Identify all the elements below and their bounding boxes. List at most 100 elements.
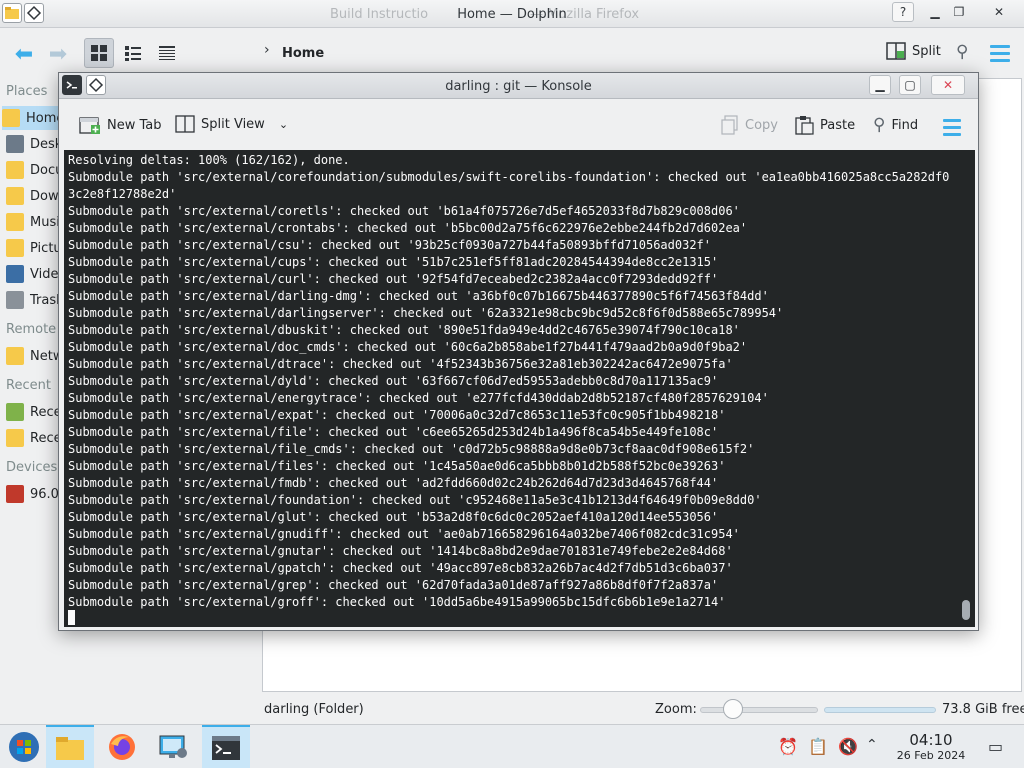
help-button[interactable]: ? [892,2,914,22]
places-item-recent-locations[interactable]: Recent Locations [6,426,62,450]
paste-button[interactable]: Paste [794,115,855,135]
copy-button[interactable]: Copy [721,115,778,135]
taskbar-konsole[interactable] [202,725,250,768]
dolphin-statusbar: darling (Folder) Zoom: 73.8 GiB free [0,698,1024,722]
search-icon[interactable]: ⚲ [956,42,968,62]
places-item-music[interactable]: Music [6,210,62,234]
compact-view-button[interactable] [118,38,148,68]
system-settings-icon [159,735,187,758]
konsole-window-title: darling : git — Konsole [445,79,592,94]
find-button[interactable]: ⚲ Find [873,115,918,135]
remote-header: Remote [6,322,57,337]
places-item-videos[interactable]: Videos [6,262,62,286]
icons-view-button[interactable] [84,38,114,68]
terminal-line: Submodule path 'src/external/fmdb': chec… [68,476,719,490]
compact-view-icon [125,46,141,61]
terminal-line: Submodule path 'src/external/files': che… [68,459,726,473]
terminal-line: Submodule path 'src/external/gpatch': ch… [68,561,733,575]
terminal-line: Submodule path 'src/external/csu': check… [68,238,711,252]
taskbar: ⏰ 📋 🔇 ⌃ 04:10 26 Feb 2024 ▭ [0,724,1024,768]
places-item-recent-files[interactable]: Recent Files [6,400,62,424]
hamburger-menu-icon[interactable] [990,45,1010,66]
restore-icon: ❐ [953,5,965,19]
places-item-hard-drive[interactable]: 96.0 GiB Hard Drive [6,482,62,506]
desktop-folder-icon [6,135,24,153]
terminal-line: Submodule path 'src/external/file_cmds':… [68,442,755,456]
terminal-scrollbar[interactable] [962,600,970,620]
places-item-home[interactable]: Home [2,106,62,130]
trash-icon [6,291,24,309]
minimize-button[interactable]: ▁ [924,2,946,22]
zoom-slider-handle[interactable] [723,699,743,719]
split-view-button[interactable]: Split View ⌄ [175,115,288,133]
terminal-line: Submodule path 'src/external/darling-dmg… [68,289,769,303]
split-button[interactable]: Split [886,42,941,60]
minimize-icon: ▁ [930,5,940,19]
minimize-button[interactable]: ▁ [869,75,891,95]
close-button[interactable]: ✕ [988,2,1010,22]
notifications-icon[interactable]: ⏰ [778,737,798,756]
new-tab-label: New Tab [107,117,162,133]
taskbar-firefox[interactable] [98,725,146,768]
copy-icon [721,115,738,135]
details-view-button[interactable] [152,38,182,68]
maximize-button[interactable]: ❐ [948,2,970,22]
places-item-documents[interactable]: Documents [6,158,62,182]
terminal-line: Submodule path 'src/external/dyld': chec… [68,374,719,388]
konsole-window: darling : git — Konsole ▁ ▢ ✕ New Tab Sp… [58,72,979,631]
dolphin-titlebar[interactable]: Build Instructio — Mozilla Firefox Home … [0,0,1024,28]
places-item-downloads[interactable]: Downloads [6,184,62,208]
status-text: darling (Folder) [264,702,364,717]
volume-muted-icon[interactable]: 🔇 [838,737,858,756]
terminal-line: Submodule path 'src/external/coretls': c… [68,204,740,218]
recent-locations-icon [6,429,24,447]
minimize-icon: ▁ [875,78,885,92]
show-desktop-icon[interactable]: ▭ [988,737,1003,756]
taskbar-dolphin[interactable] [46,725,94,768]
close-button[interactable]: ✕ [931,75,965,95]
konsole-toolbar: New Tab Split View ⌄ Copy Paste ⚲ Find [59,99,978,149]
arrow-right-icon: ➡ [48,41,68,67]
clock-time[interactable]: 04:10 [906,731,956,749]
copy-label: Copy [745,117,778,133]
terminal-line: Submodule path 'src/external/gnutar': ch… [68,544,733,558]
terminal-line: Submodule path 'src/external/file': chec… [68,425,719,439]
zoom-slider[interactable] [700,707,818,713]
application-launcher-button[interactable] [0,725,48,768]
terminal-line: Submodule path 'src/external/doc_cmds': … [68,340,748,354]
terminal-line: Submodule path 'src/external/crontabs': … [68,221,748,235]
back-button[interactable]: ⬅ [10,41,38,67]
terminal-line: Submodule path 'src/external/grep': chec… [68,578,719,592]
places-item-trash[interactable]: Trash [6,288,62,312]
forward-button[interactable]: ➡ [44,41,72,67]
firefox-icon [109,734,135,760]
dolphin-toolbar: ⬅ ➡ › Home Split ⚲ [0,28,1024,78]
clipboard-icon[interactable]: 📋 [808,737,828,756]
videos-folder-icon [6,265,24,283]
konsole-titlebar[interactable]: darling : git — Konsole ▁ ▢ ✕ [59,73,978,99]
terminal-line: Submodule path 'src/external/foundation'… [68,493,762,507]
breadcrumb-home[interactable]: Home [282,46,324,61]
konsole-icon [212,736,240,760]
terminal-line: Submodule path 'src/external/curl': chec… [68,272,719,286]
terminal-view[interactable]: Resolving deltas: 100% (162/162), done. S… [64,150,975,627]
close-icon: ✕ [993,5,1005,19]
paste-icon [795,116,814,135]
terminal-line: Submodule path 'src/external/glut': chec… [68,510,719,524]
terminal-line: Submodule path 'src/external/expat': che… [68,408,726,422]
arrow-left-icon: ⬅ [14,41,34,67]
terminal-line: Submodule path 'src/external/darlingserv… [68,306,784,320]
taskbar-system-settings[interactable] [150,725,198,768]
places-item-network[interactable]: Network [6,344,62,368]
split-view-icon [175,115,195,133]
chevron-down-icon[interactable]: ⌄ [279,118,288,131]
show-hidden-icons-chevron-icon[interactable]: ⌃ [866,737,878,753]
places-item-desktop[interactable]: Desktop [6,132,62,156]
hamburger-menu-icon[interactable] [943,119,961,140]
maximize-button[interactable]: ▢ [899,75,921,95]
new-tab-button[interactable]: New Tab [79,115,162,135]
clock-date[interactable]: 26 Feb 2024 [890,749,972,762]
places-item-pictures[interactable]: Pictures [6,236,62,260]
places-item-label: Home [26,110,62,126]
documents-folder-icon [6,161,24,179]
